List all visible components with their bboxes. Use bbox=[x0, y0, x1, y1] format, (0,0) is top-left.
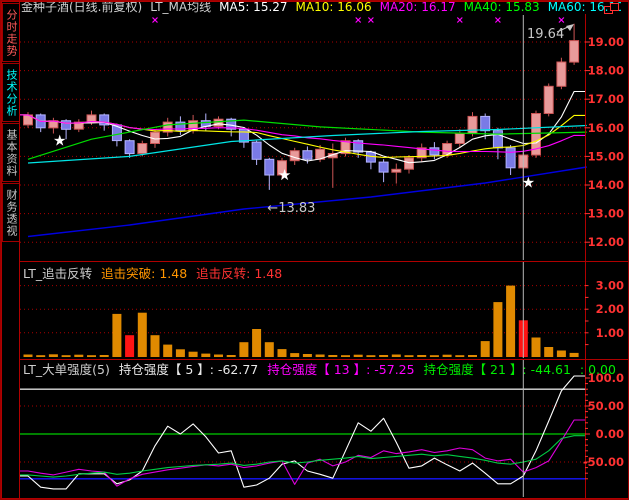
app-window: 金种子酒(日线.前复权) LT_MA均线 MA5: 15.27 MA10: 16.06… bbox=[0, 0, 629, 500]
chart-svg[interactable]: ★★ ★←13.8319.64 19.0018.0017.0016.0015.001… bbox=[1, 1, 629, 500]
svg-text:15.00: 15.00 bbox=[588, 149, 624, 163]
svg-text:-50.00: -50.00 bbox=[583, 455, 624, 469]
chart-canvas[interactable]: ★ ★ ★ ←13.83 19.64 19.00 18.00 17.00 16.00 15.00 1… bbox=[1, 1, 629, 500]
svg-text:17.00: 17.00 bbox=[588, 92, 624, 106]
oscillator-lines bbox=[20, 375, 585, 490]
middle-readouts: 追击突破: 1.48 追击反转: 1.48 bbox=[101, 267, 291, 281]
ma-readout-3: MA40: 15.83 bbox=[463, 1, 540, 14]
svg-text:2.00: 2.00 bbox=[596, 302, 624, 316]
middle-readout-1: 追击反转: 1.48 bbox=[196, 267, 283, 281]
bottom-readout-0: 持仓强度【 5 】: -62.77 bbox=[118, 363, 259, 377]
sidebar-tab-2[interactable]: 基本资料 bbox=[2, 123, 20, 182]
middle-panel-header: LT_追击反转 追击突破: 1.48 追击反转: 1.48 bbox=[23, 267, 623, 281]
indicator-name-main[interactable]: LT_MA均线 bbox=[150, 1, 211, 14]
window-split-icon[interactable] bbox=[604, 3, 620, 14]
bottom-readout-2: 持仓强度【 21 】: -44.61 bbox=[423, 363, 571, 377]
stock-title: 金种子酒(日线.前复权) bbox=[21, 1, 143, 14]
svg-text:★: ★ bbox=[53, 132, 66, 150]
sidebar-tab-0[interactable]: 分时走势 bbox=[2, 3, 20, 62]
middle-indicator-name[interactable]: LT_追击反转 bbox=[23, 267, 92, 281]
svg-text:14.00: 14.00 bbox=[588, 178, 624, 192]
bottom-readout-1: 持仓强度【 13 】: -57.25 bbox=[267, 363, 415, 377]
svg-text:0.00: 0.00 bbox=[596, 427, 624, 441]
svg-text:16.00: 16.00 bbox=[588, 121, 624, 135]
bottom-readout-3: : 0.00 bbox=[579, 363, 616, 377]
svg-text:18.00: 18.00 bbox=[588, 64, 624, 78]
star-markers: ★ ★ ★ bbox=[53, 132, 535, 192]
ma-lines bbox=[20, 90, 587, 238]
svg-text:19.00: 19.00 bbox=[588, 35, 624, 49]
sidebar-tab-3[interactable]: 财务透视 bbox=[2, 183, 20, 242]
gridlines bbox=[20, 41, 585, 463]
title-bar: 金种子酒(日线.前复权) LT_MA均线 MA5: 15.27 MA10: 16.06… bbox=[21, 1, 621, 15]
ma-readout-2: MA20: 16.17 bbox=[379, 1, 456, 14]
signal-x-marks bbox=[152, 17, 565, 23]
svg-text:50.00: 50.00 bbox=[588, 399, 624, 413]
ma-readout-1: MA10: 16.06 bbox=[295, 1, 372, 14]
axis-labels: 19.00 18.00 17.00 16.00 15.00 14.00 13.00 12.00… bbox=[583, 35, 624, 480]
panel-borders bbox=[1, 1, 628, 499]
sidebar-tab-1-active[interactable]: 技术分析 bbox=[2, 63, 20, 122]
middle-readout-0: 追击突破: 1.48 bbox=[101, 267, 188, 281]
reference-lines bbox=[20, 388, 585, 480]
svg-text:12.00: 12.00 bbox=[588, 235, 624, 249]
svg-text:★: ★ bbox=[522, 174, 535, 192]
histogram-bars bbox=[23, 285, 579, 357]
price-annotations: ←13.83 19.64 bbox=[267, 24, 574, 216]
ma-readout-0: MA5: 15.27 bbox=[219, 1, 288, 14]
svg-text:1.00: 1.00 bbox=[596, 326, 624, 340]
svg-text:13.00: 13.00 bbox=[588, 207, 624, 221]
sidebar: 分时走势 技术分析 基本资料 财务透视 bbox=[1, 1, 20, 499]
svg-text:★: ★ bbox=[278, 166, 291, 184]
window-icon-square-front bbox=[610, 3, 619, 11]
bottom-panel-header: LT_大单强度(5) 持仓强度【 5 】: -62.77 持仓强度【 13 】: -… bbox=[23, 363, 623, 377]
svg-text:←13.83: ←13.83 bbox=[267, 201, 315, 216]
bottom-indicator-name[interactable]: LT_大单强度(5) bbox=[23, 363, 110, 377]
bottom-readouts: 持仓强度【 5 】: -62.77 持仓强度【 13 】: -57.25 持仓强度【… bbox=[119, 363, 623, 377]
ma-readouts: MA5: 15.27 MA10: 16.06 MA20: 16.17 MA40: 15… bbox=[219, 1, 621, 14]
svg-text:19.64: 19.64 bbox=[527, 27, 564, 42]
candlesticks bbox=[23, 23, 580, 190]
